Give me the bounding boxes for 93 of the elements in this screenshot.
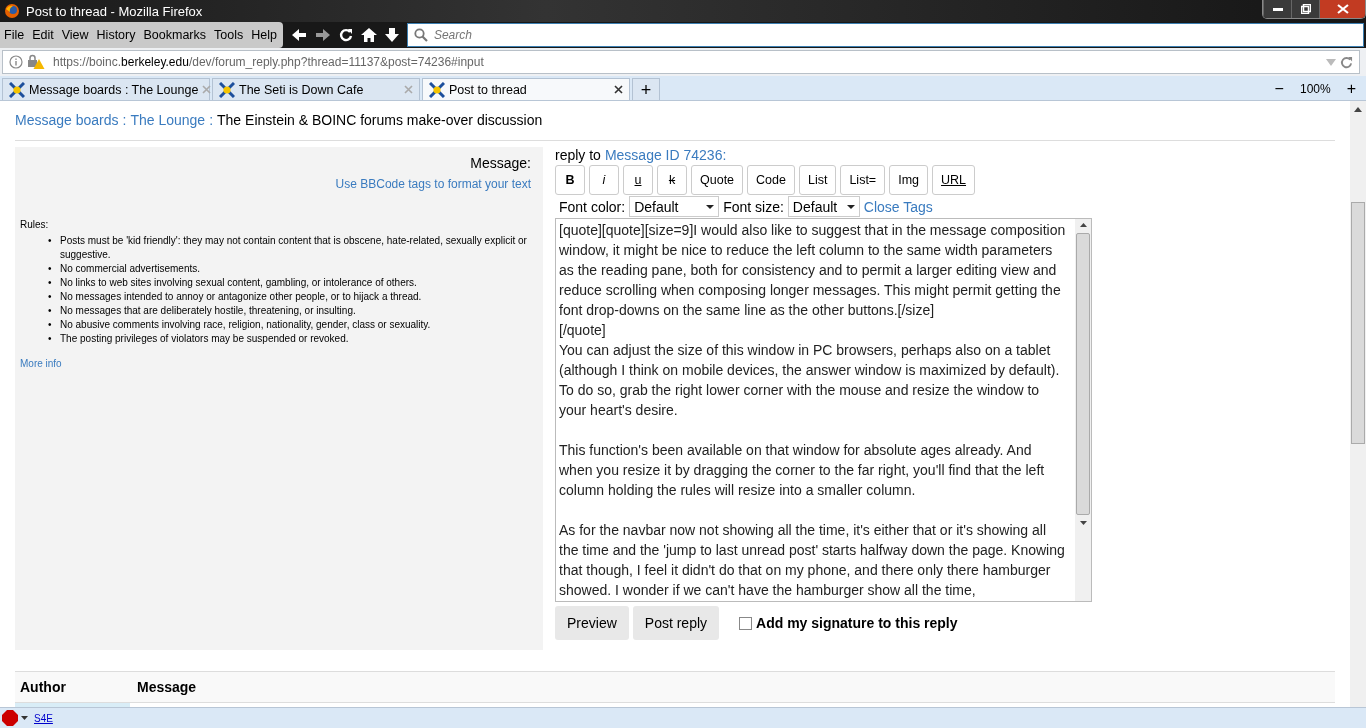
close-tags-link[interactable]: Close Tags (863, 198, 933, 215)
breadcrumb-separator: : (122, 112, 127, 128)
bbcode-link[interactable]: Use BBCode tags to format your text (335, 177, 531, 191)
breadcrumb-link[interactable]: Message boards (15, 112, 119, 128)
action-button[interactable]: Preview (555, 606, 629, 640)
scroll-up-icon[interactable] (1354, 107, 1362, 112)
format-button[interactable]: u (623, 165, 653, 195)
bullet: • (48, 262, 53, 276)
rules-heading: Rules: (20, 219, 50, 230)
home-icon[interactable] (360, 28, 377, 42)
format-button[interactable]: List (798, 165, 837, 195)
zoom-in-button[interactable]: + (1342, 80, 1360, 98)
bullet: • (48, 304, 53, 318)
column-header: Message (137, 679, 197, 695)
boinc-favicon-icon (219, 81, 235, 98)
addon-link[interactable]: S4E (34, 712, 53, 724)
rule-item: No commercial advertisements. (60, 262, 201, 276)
close-button[interactable] (1319, 0, 1365, 18)
restore-button[interactable] (1291, 0, 1319, 18)
rule-item: No links to web sites involving sexual content, gambling, or intolerance of others. (60, 276, 417, 290)
signature-label[interactable]: Add my signature to this reply (756, 615, 958, 631)
bullet: • (48, 290, 53, 304)
bullet: • (48, 276, 53, 290)
signature-checkbox[interactable] (739, 616, 753, 630)
page-scrollbar[interactable] (1350, 101, 1366, 707)
browser-tab[interactable]: The Seti is Down Cafe (212, 78, 420, 100)
zoom-level[interactable]: 100% (1299, 82, 1331, 96)
address-bar[interactable]: https://boinc.berkeley.edu/dev/forum_reply.php?thread=11137&post=74236#input (2, 50, 1360, 74)
format-button[interactable]: Img (889, 165, 928, 195)
format-button[interactable]: B (555, 165, 585, 195)
new-tab-button[interactable]: + (632, 78, 660, 100)
bullet: • (48, 318, 53, 332)
menu-item[interactable]: Tools (210, 28, 248, 42)
format-button[interactable]: i (589, 165, 619, 195)
minimize-button[interactable] (1263, 0, 1291, 18)
font-size-select[interactable]: Default (787, 196, 860, 217)
back-icon[interactable] (290, 28, 307, 42)
forward-icon[interactable] (314, 28, 331, 42)
boinc-favicon-icon (9, 81, 25, 98)
menu-item[interactable]: Edit (28, 28, 58, 42)
bullet: • (48, 332, 53, 346)
breadcrumb-link[interactable]: The Lounge (130, 112, 206, 128)
info-icon[interactable] (9, 55, 23, 69)
menu-item[interactable]: File (0, 28, 29, 42)
close-tab-icon[interactable] (614, 85, 623, 94)
menu-item[interactable]: History (92, 28, 140, 42)
boinc-favicon-icon (429, 81, 445, 98)
format-button[interactable]: Code (747, 165, 795, 195)
font-color-select[interactable]: Default (629, 196, 720, 217)
menu-item[interactable]: Help (247, 28, 281, 42)
rule-item: No abusive comments involving race, religion, nationality, gender, class or sexuality. (60, 318, 431, 332)
format-button[interactable]: Quote (691, 165, 744, 195)
rule-item: Posts must be 'kid friendly': they may not contain content that is obscene, hate-related, sexually explicit or suggestive. (60, 234, 528, 262)
format-button[interactable]: URL (932, 165, 976, 195)
message-label: Message: (470, 155, 531, 171)
window-title: Post to thread - Mozilla Firefox (26, 3, 203, 19)
format-button[interactable]: List= (840, 165, 886, 195)
search-icon (413, 28, 428, 42)
restore-icon (1300, 4, 1311, 14)
action-button[interactable]: Post reply (632, 606, 720, 640)
rule-item: No messages that are deliberately hostile, threatening, or insulting. (60, 304, 356, 318)
url-text: https://boinc.berkeley.edu/dev/forum_reply.php?thread=11137&post=74236#input (53, 55, 485, 69)
format-button[interactable]: k (657, 165, 687, 195)
minimize-icon (1272, 7, 1283, 11)
caret-icon (706, 204, 715, 209)
scroll-thumb[interactable] (1351, 202, 1365, 444)
breadcrumb-separator: : (209, 112, 214, 128)
search-field[interactable]: Search (406, 23, 1364, 47)
menu-item[interactable]: Bookmarks (139, 28, 210, 42)
firefox-logo-icon (4, 3, 20, 19)
browser-tab[interactable]: Message boards : The Lounge (2, 78, 210, 100)
lock-warning-icon[interactable] (27, 54, 45, 70)
close-icon (1336, 4, 1349, 14)
browser-tab[interactable]: Post to thread (422, 78, 630, 100)
rule-item: The posting privileges of violators may be suspended or revoked. (60, 332, 349, 346)
scrollbar[interactable] (1075, 219, 1091, 601)
colon-text: : (722, 147, 727, 163)
caret-icon (846, 204, 855, 209)
rule-item: No messages intended to annoy or antagonize other people, or to hijack a thread. (60, 290, 422, 304)
bullet: • (48, 234, 53, 248)
scroll-up-icon[interactable] (1079, 223, 1087, 227)
download-icon[interactable] (384, 27, 399, 43)
more-info-link[interactable]: More info (20, 358, 531, 369)
font-color-label: Font color: (559, 198, 626, 215)
scroll-thumb[interactable] (1076, 233, 1090, 515)
thread-title: The Einstein & BOINC forums make-over discussion (217, 112, 543, 128)
stop-sign-icon[interactable] (2, 710, 28, 726)
menu-item[interactable]: View (57, 28, 93, 42)
reply-to-label: reply to (555, 147, 601, 163)
zoom-out-button[interactable]: − (1270, 80, 1288, 98)
font-size-label: Font size: (723, 198, 784, 215)
scroll-down-icon[interactable] (1079, 521, 1087, 525)
column-header: Author (20, 679, 67, 695)
